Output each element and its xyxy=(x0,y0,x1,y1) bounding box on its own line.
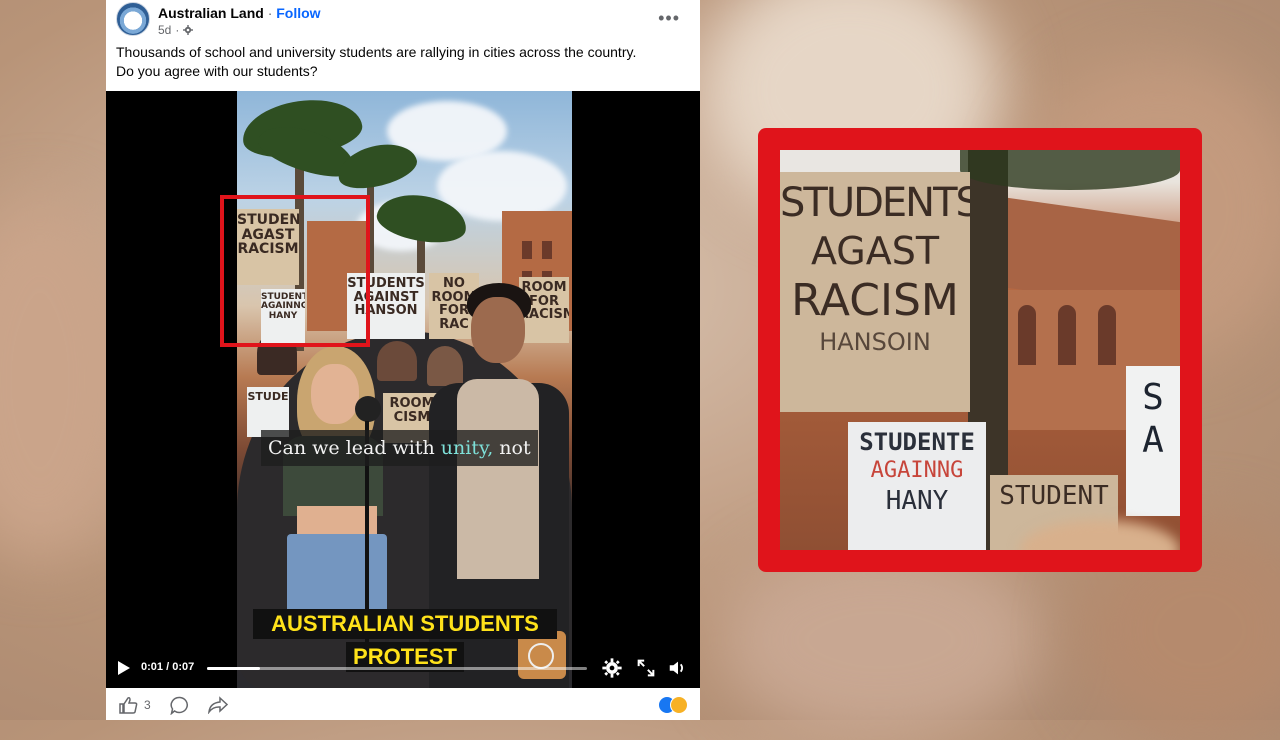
comment-icon[interactable] xyxy=(170,696,190,715)
zoomed-sign-right: S A xyxy=(1126,366,1180,516)
like-icon[interactable] xyxy=(118,696,138,714)
post-actions: 3 xyxy=(106,688,700,720)
zoomed-sign-line-students: STUDENTS xyxy=(780,180,970,226)
privacy-gear-icon xyxy=(183,25,194,35)
time-display: 0:01 / 0:07 xyxy=(141,661,194,673)
time-separator: / xyxy=(166,661,170,673)
zoomed-sign-main: STUDENTS AGAST RACISM HANSOIN xyxy=(780,172,970,412)
microphone-icon xyxy=(355,396,381,422)
reaction-summary[interactable] xyxy=(658,696,692,714)
time-current: 0:01 xyxy=(141,661,164,673)
zoom-highlight-box xyxy=(220,195,370,347)
video-player[interactable]: STUDENTS AGAST RACISM STUDENTE AGAINNG H… xyxy=(106,91,700,688)
page-name[interactable]: Australian Land xyxy=(158,5,264,21)
dot-separator: · xyxy=(175,23,180,37)
more-options-icon[interactable]: ••• xyxy=(658,8,680,29)
zoomed-sign-lower: STUDENTE AGAINNG HANY xyxy=(848,422,986,550)
follow-button[interactable]: Follow xyxy=(276,5,320,21)
page-avatar[interactable] xyxy=(116,2,150,36)
separator: · xyxy=(267,5,273,21)
post-age[interactable]: 5d xyxy=(158,23,171,37)
volume-icon[interactable] xyxy=(667,657,689,679)
share-icon[interactable] xyxy=(207,696,229,714)
video-title-line1: AUSTRALIAN STUDENTS xyxy=(253,609,557,639)
video-caption: Can we lead with unity, not xyxy=(261,430,538,466)
play-icon[interactable] xyxy=(118,661,130,675)
zoomed-sign-line-racism: RACISM xyxy=(791,274,959,326)
fullscreen-icon[interactable] xyxy=(635,657,657,679)
zoomed-sign-line-agast: AGAST xyxy=(810,229,940,273)
post-text-line1: Thousands of school and university stude… xyxy=(116,44,637,60)
video-controls: 0:01 / 0:07 xyxy=(106,651,700,688)
post-text-line2: Do you agree with our students? xyxy=(116,63,318,79)
haha-reaction-icon xyxy=(670,696,688,714)
video-frame: STUDENTS AGAST RACISM STUDENTE AGAINNG H… xyxy=(237,91,572,688)
caption-highlight: unity, xyxy=(440,437,494,459)
zoomed-image: STUDENTS AGAST RACISM HANSOIN STUDENTE A… xyxy=(780,150,1180,550)
post-meta: 5d · xyxy=(158,23,194,37)
progress-fill xyxy=(207,667,261,670)
post-text: Thousands of school and university stude… xyxy=(116,43,690,81)
progress-bar[interactable] xyxy=(207,667,587,670)
zoomed-detail-panel: STUDENTS AGAST RACISM HANSOIN STUDENTE A… xyxy=(758,128,1202,572)
zoomed-sign-line-hansoin: HANSOIN xyxy=(819,328,931,357)
like-count: 3 xyxy=(144,698,151,712)
facebook-post: Australian Land · Follow 5d · ••• Thousa… xyxy=(106,0,700,720)
post-header: Australian Land · Follow 5d · ••• xyxy=(116,2,690,40)
time-total: 0:07 xyxy=(172,661,195,673)
settings-gear-icon[interactable] xyxy=(601,657,623,679)
